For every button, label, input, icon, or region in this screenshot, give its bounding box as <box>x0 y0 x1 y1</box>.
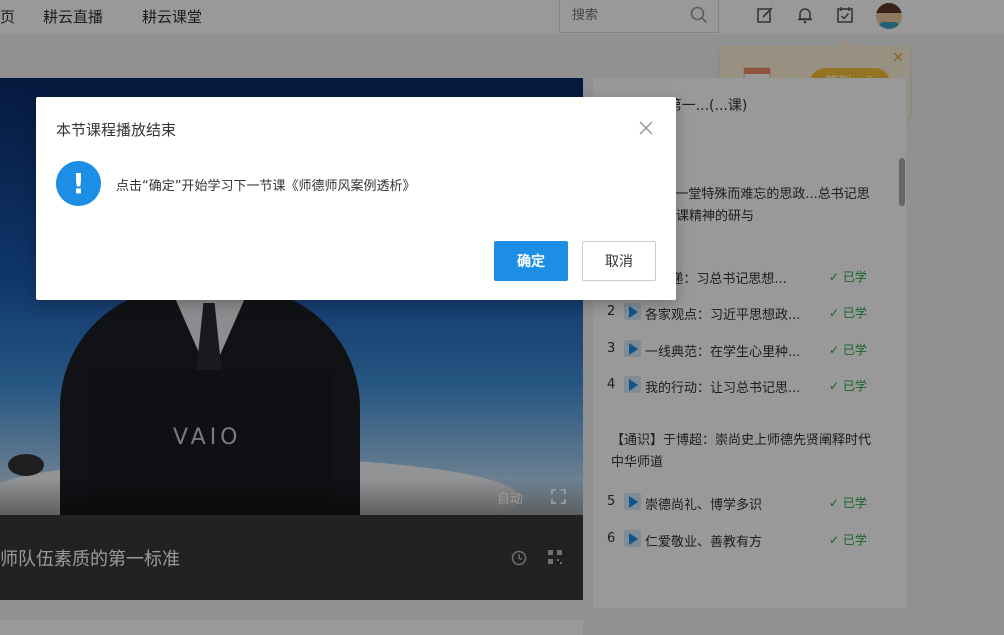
modal-overlay[interactable] <box>0 0 1004 635</box>
dialog-message: 点击“确定”开始学习下一节课《师德师风案例透析》 <box>116 179 416 194</box>
info-icon: ! <box>56 161 101 206</box>
course-end-dialog: 本节课程播放结束 ! 点击“确定”开始学习下一节课《师德师风案例透析》 确定 取… <box>36 97 676 300</box>
confirm-button[interactable]: 确定 <box>494 241 568 281</box>
cancel-button[interactable]: 取消 <box>582 241 656 281</box>
dialog-title: 本节课程播放结束 <box>56 121 177 139</box>
close-icon[interactable] <box>639 121 653 135</box>
